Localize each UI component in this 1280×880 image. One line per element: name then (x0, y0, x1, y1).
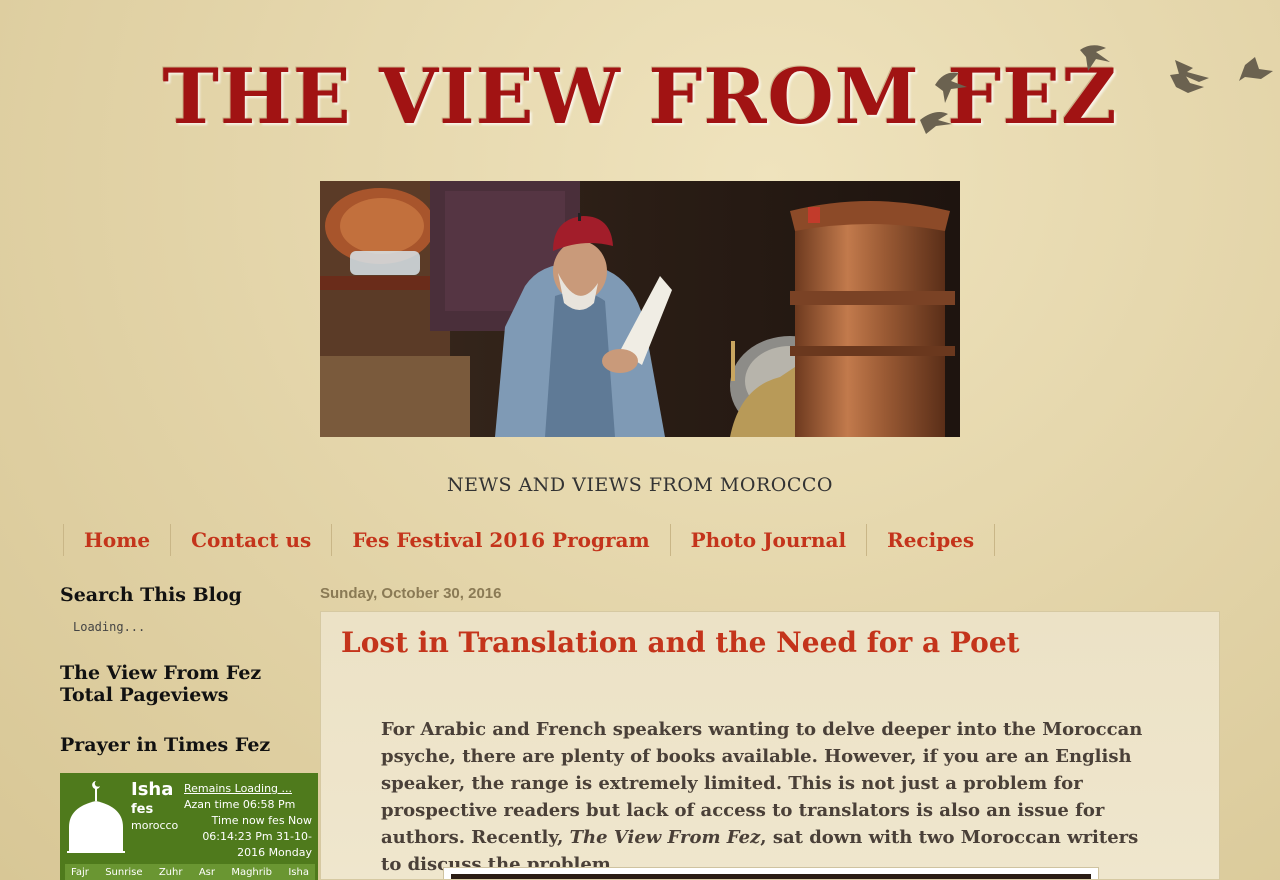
prayer-col-zuhr: Zuhr (158, 866, 183, 878)
birds-decoration-icon (920, 45, 1273, 134)
pageviews-title-line1: The View From Fez (60, 662, 262, 684)
header-photo[interactable] (320, 181, 960, 437)
tagline: NEWS AND VIEWS FROM MOROCCO (446, 474, 833, 496)
search-loading-text: Loading... (73, 620, 146, 634)
prayer-remains-link[interactable]: Remains Loading ... (184, 782, 292, 795)
nav-fes-festival-program[interactable]: Fes Festival 2016 Program (331, 524, 669, 556)
prayer-country: morocco (131, 819, 179, 832)
search-widget-title: Search This Blog (60, 584, 242, 606)
nav-recipes[interactable]: Recipes (866, 524, 996, 556)
nav-photo-journal[interactable]: Photo Journal (669, 524, 866, 556)
prayer-col-maghrib: Maghrib (231, 866, 273, 878)
prayer-azan-time: Azan time 06:58 Pm (184, 798, 296, 811)
post-image-content (451, 874, 1091, 879)
prayer-schedule-row: Fajr Sunrise Zuhr Asr Maghrib Isha (65, 864, 315, 880)
pageviews-title-line2: Total Pageviews (60, 684, 229, 706)
prayer-col-asr: Asr (198, 866, 215, 878)
nav-tabs: Home Contact us Fes Festival 2016 Progra… (63, 524, 996, 556)
post-body-emphasis: The View From Fez (569, 827, 761, 848)
prayer-time-now: Time now fes Now 06:14:23 Pm 31-10- 2016… (192, 813, 312, 861)
time-now-line3: 2016 Monday (237, 846, 312, 859)
sidebar: Search This Blog Loading... The View Fro… (60, 584, 320, 756)
post-title[interactable]: Lost in Translation and the Need for a P… (341, 626, 1020, 659)
prayer-city: fes (131, 802, 154, 817)
nav-home[interactable]: Home (63, 524, 170, 556)
nav-contact-us[interactable]: Contact us (170, 524, 331, 556)
time-now-line2: 06:14:23 Pm 31-10- (202, 830, 312, 843)
prayer-col-sunrise: Sunrise (105, 866, 143, 878)
prayer-col-isha: Isha (288, 866, 309, 878)
time-now-line1: Time now fes Now (211, 814, 312, 827)
post-date: Sunday, October 30, 2016 (320, 585, 502, 602)
mosque-icon (67, 781, 125, 853)
post-body: For Arabic and French speakers wanting t… (381, 716, 1161, 878)
prayer-col-fajr: Fajr (71, 866, 89, 878)
prayer-times-widget[interactable]: Isha fes morocco Remains Loading ... Aza… (60, 773, 318, 880)
prayer-name: Isha (131, 779, 174, 800)
blog-post: Lost in Translation and the Need for a P… (320, 611, 1220, 880)
pageviews-widget-title: The View From Fez Total Pageviews (60, 662, 320, 706)
prayer-widget-title: Prayer in Times Fez (60, 734, 271, 756)
post-image[interactable] (443, 867, 1099, 879)
